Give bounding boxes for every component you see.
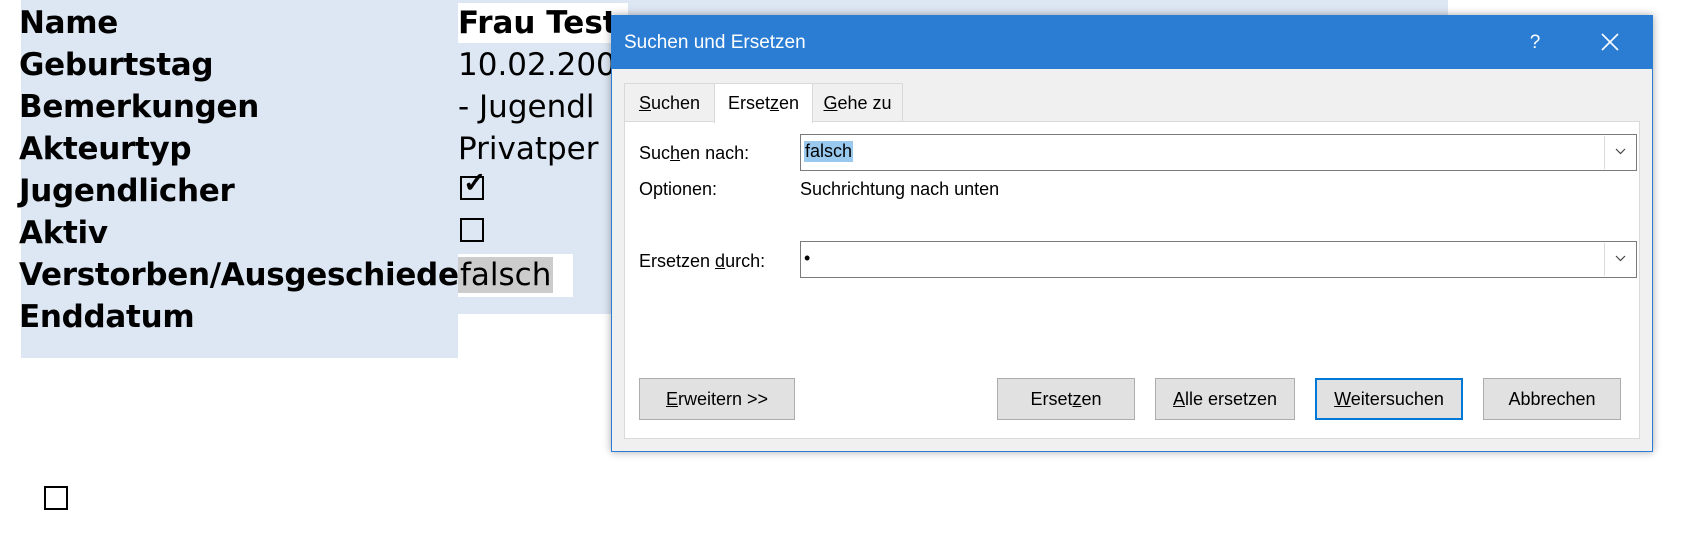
aktiv-checkbox[interactable] (460, 218, 484, 242)
close-button[interactable] (1580, 16, 1640, 69)
find-next-button[interactable]: Weitersuchen (1315, 378, 1463, 420)
dialog-titlebar[interactable]: Suchen und Ersetzen ? (612, 16, 1652, 69)
find-replace-dialog: Suchen und Ersetzen ? Suchen Ersetzen Ge… (611, 15, 1653, 452)
replace-dropdown-button[interactable] (1604, 243, 1635, 276)
dialog-title: Suchen und Ersetzen (624, 32, 806, 53)
find-input[interactable]: falsch (804, 141, 854, 162)
cancel-button[interactable]: Abbrechen (1483, 378, 1621, 420)
label-bemerkungen: Bemerkungen (19, 89, 260, 125)
find-label: Suchen nach: (639, 143, 750, 163)
value-verstorben-wrap: falsch (458, 255, 554, 295)
jugendlicher-checkbox[interactable]: ✓ (460, 167, 486, 200)
label-jugendlicher: Jugendlicher (19, 173, 235, 209)
bottom-checkbox[interactable] (44, 486, 68, 510)
replace-label: Ersetzen durch: (639, 251, 766, 271)
value-akteurtyp: Privatper (458, 131, 599, 167)
replace-input[interactable]: • (804, 248, 810, 269)
value-bemerkungen: - Jugendl (458, 89, 595, 125)
tab-gehe-zu[interactable]: Gehe zu (812, 83, 903, 121)
find-dropdown-button[interactable] (1604, 136, 1635, 169)
label-name: Name (19, 5, 118, 41)
close-icon (1601, 33, 1619, 51)
replace-all-button[interactable]: Alle ersetzen (1155, 378, 1295, 420)
label-geburtstag: Geburtstag (19, 47, 214, 83)
value-verstorben: falsch (458, 257, 554, 293)
chevron-down-icon (1615, 255, 1626, 262)
label-akteurtyp: Akteurtyp (19, 131, 192, 167)
help-button[interactable]: ? (1512, 16, 1558, 69)
tab-ersetzen[interactable]: Ersetzen (714, 83, 813, 123)
replace-button[interactable]: Ersetzen (997, 378, 1135, 420)
value-name: Frau Test (458, 5, 618, 41)
find-combobox[interactable]: falsch (800, 134, 1637, 171)
label-aktiv: Aktiv (19, 215, 108, 251)
expand-button[interactable]: Erweitern >> (639, 378, 795, 420)
label-enddatum: Enddatum (19, 299, 195, 335)
tab-suchen[interactable]: Suchen (624, 83, 715, 121)
value-geburtstag: 10.02.200 (458, 47, 616, 83)
options-value: Suchrichtung nach unten (800, 179, 1000, 199)
replace-combobox[interactable]: • (800, 241, 1637, 278)
checkmark-icon: ✓ (463, 167, 487, 198)
options-label: Optionen: (639, 179, 718, 199)
chevron-down-icon (1615, 148, 1626, 155)
label-verstorben: Verstorben/Ausgeschieden (19, 257, 481, 293)
